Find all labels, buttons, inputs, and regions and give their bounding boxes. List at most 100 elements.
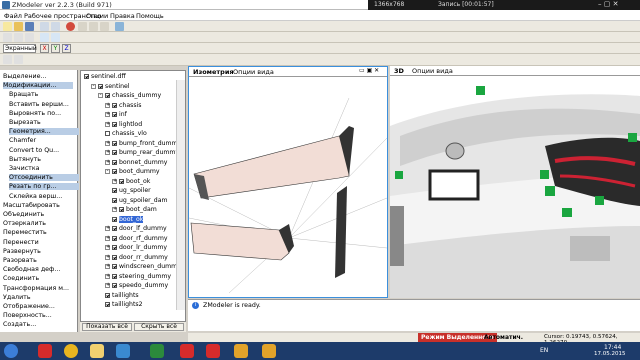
start-icon[interactable]	[4, 344, 18, 358]
command-item[interactable]: Отзеркалить	[3, 220, 46, 227]
command-item[interactable]: Соединить	[3, 275, 39, 282]
visibility-checkbox[interactable]	[112, 188, 117, 193]
explorer-icon[interactable]	[90, 344, 104, 358]
tree-node[interactable]: taillights	[105, 292, 139, 299]
expand-icon[interactable]: +	[105, 254, 110, 260]
yandex-icon[interactable]	[38, 344, 52, 358]
tree-node[interactable]: + windscreen_dummy	[105, 263, 181, 270]
command-item[interactable]: Отсоединить	[9, 174, 79, 182]
zmodeler-task2-icon[interactable]	[262, 344, 276, 358]
expand-icon[interactable]: +	[105, 226, 110, 231]
command-item[interactable]: Удалить	[3, 294, 31, 301]
visibility-checkbox[interactable]	[105, 93, 110, 98]
expand-icon[interactable]: +	[105, 150, 110, 155]
visibility-checkbox[interactable]	[84, 74, 89, 79]
menu-file[interactable]: Файл	[4, 12, 22, 20]
tree-node[interactable]: + door_rr_dummy	[105, 254, 168, 261]
mode-select[interactable]: Экранный	[3, 44, 37, 53]
expand-icon[interactable]: +	[105, 140, 110, 146]
open-file-icon[interactable]	[14, 22, 23, 31]
cut-icon[interactable]	[78, 22, 87, 31]
command-item[interactable]: Резать по гр...	[9, 183, 79, 191]
command-item[interactable]: Создать...	[3, 321, 36, 328]
tree-node[interactable]: sentinel.dff	[84, 73, 126, 80]
zmodeler-task-icon[interactable]	[234, 344, 248, 358]
visibility-checkbox[interactable]	[98, 83, 103, 89]
tree-node[interactable]: chassis_vlo	[105, 130, 147, 137]
expand-icon[interactable]: +	[105, 283, 110, 288]
tree-node[interactable]: + boot_dam	[112, 206, 157, 213]
command-item[interactable]: Объединить	[3, 211, 44, 218]
select-arrow-icon[interactable]	[3, 33, 12, 42]
command-item[interactable]: Перенести	[3, 239, 39, 246]
chrome-icon[interactable]	[64, 344, 78, 358]
axis-x-toggle[interactable]: X	[40, 44, 49, 53]
save-icon[interactable]	[25, 22, 34, 31]
visibility-checkbox[interactable]	[112, 150, 117, 155]
visibility-checkbox[interactable]	[112, 235, 117, 241]
command-item[interactable]: Модификации...	[3, 82, 73, 90]
tree-node[interactable]: + door_lr_dummy	[105, 244, 167, 251]
tree-node[interactable]: + lightlod	[105, 121, 142, 128]
tree-node[interactable]: ug_spoiler_dam	[112, 197, 168, 204]
visibility-checkbox[interactable]	[105, 302, 110, 307]
visibility-checkbox[interactable]	[112, 273, 117, 279]
tree-node[interactable]: + door_lf_dummy	[105, 225, 167, 232]
view-3d-options-menu[interactable]: Опции вида	[412, 67, 453, 75]
command-item[interactable]: Зачистка	[9, 165, 40, 172]
visibility-checkbox[interactable]	[112, 254, 117, 260]
clock-date[interactable]: 17.05.2015	[594, 351, 626, 357]
expand-icon[interactable]: +	[105, 273, 110, 279]
tree-node[interactable]: + inf	[105, 111, 127, 118]
rotate-icon[interactable]	[51, 33, 60, 42]
visibility-checkbox[interactable]	[112, 102, 117, 108]
command-item[interactable]: Вытянуть	[9, 156, 41, 163]
hide-all-button[interactable]: Скрыть всё	[134, 323, 184, 331]
tree-node[interactable]: - sentinel	[91, 83, 130, 90]
move-icon[interactable]	[40, 33, 49, 42]
viewport-isometric[interactable]: Изометрия Опции вида ▭ ▣ ✕	[188, 66, 388, 298]
clock-time[interactable]: 17:44	[604, 344, 621, 351]
tree-scrollbar[interactable]	[176, 80, 185, 310]
command-item[interactable]: Convert to Qu...	[9, 147, 59, 154]
visibility-checkbox[interactable]	[112, 140, 117, 146]
media-icon[interactable]	[116, 344, 130, 358]
expand-icon[interactable]: +	[105, 121, 110, 127]
menu-edit[interactable]: Правка	[110, 12, 135, 20]
view-icon[interactable]	[3, 55, 12, 64]
tree-node[interactable]: - boot_dummy	[105, 168, 160, 175]
visibility-checkbox[interactable]	[112, 197, 117, 203]
viewport-controls[interactable]: ▭ ▣ ✕	[359, 67, 379, 74]
copy-icon[interactable]	[89, 22, 98, 31]
command-item[interactable]: Разорвать	[3, 257, 37, 264]
visibility-checkbox[interactable]	[112, 169, 117, 174]
expand-icon[interactable]: +	[105, 264, 110, 269]
visibility-checkbox[interactable]	[112, 264, 117, 269]
expand-icon[interactable]: +	[105, 245, 110, 250]
visibility-checkbox[interactable]	[112, 159, 117, 165]
tree-node[interactable]: + boot_ok	[112, 178, 150, 185]
command-item[interactable]: Поверхность...	[3, 312, 52, 319]
tree-node[interactable]: + bump_front_dummy	[105, 140, 181, 147]
auto-mode[interactable]: Автоматич.	[484, 334, 523, 341]
command-item[interactable]: Геометрия...	[9, 128, 79, 136]
tree-node[interactable]: boot_ok	[112, 215, 144, 223]
command-item[interactable]: Вставить верши...	[9, 101, 69, 108]
command-item[interactable]: Масштабировать	[3, 202, 60, 209]
language-indicator[interactable]: EN	[540, 347, 548, 354]
command-item[interactable]: Выделение...	[3, 73, 47, 80]
command-item[interactable]: Переместить	[3, 229, 47, 236]
view-options-menu[interactable]: Опции вида	[233, 68, 274, 76]
show-all-button[interactable]: Показать всё	[82, 323, 132, 331]
tree-node[interactable]: + bump_rear_dummy	[105, 149, 179, 156]
command-item[interactable]: Выровнять по...	[9, 110, 61, 117]
tree-node[interactable]: - chassis_dummy	[98, 92, 161, 99]
expand-icon[interactable]: +	[112, 207, 117, 212]
visibility-checkbox[interactable]	[112, 121, 117, 127]
expand-icon[interactable]: +	[105, 159, 110, 165]
visibility-checkbox[interactable]	[119, 207, 124, 212]
collapse-icon[interactable]: -	[98, 93, 103, 98]
expand-icon[interactable]: +	[105, 235, 110, 241]
tree-node[interactable]: + steering_dummy	[105, 273, 171, 280]
tree-node[interactable]: + door_rf_dummy	[105, 235, 168, 242]
